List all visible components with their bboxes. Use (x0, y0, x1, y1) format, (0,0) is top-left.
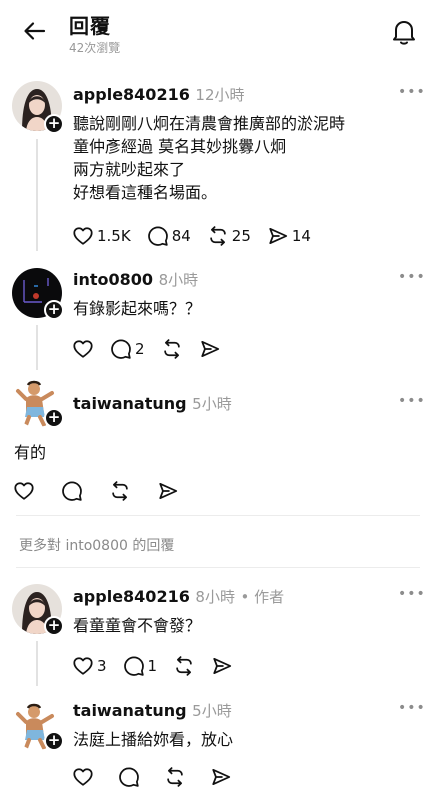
post-author[interactable]: apple840216 8小時 • 作者 (73, 586, 284, 607)
reply-count: 1 (147, 657, 158, 675)
more-horizontal-icon[interactable]: ••• (398, 586, 426, 602)
like-button[interactable]: 3 (72, 655, 107, 677)
post-author[interactable]: taiwanatung 5小時 (73, 393, 232, 414)
share-count: 14 (291, 227, 311, 245)
post-actions: 1.5K 84 25 14 (72, 223, 327, 249)
more-horizontal-icon[interactable]: ••• (398, 269, 426, 285)
post-actions: 3 1 (72, 653, 249, 679)
post-text: 法庭上播給妳看，放心 (73, 730, 234, 749)
follow-plus-icon[interactable]: + (44, 408, 64, 428)
send-icon (199, 338, 221, 360)
post-text: 有的 (14, 443, 47, 462)
like-count: 3 (97, 657, 107, 675)
page-title: 回覆 (69, 14, 111, 38)
follow-plus-icon[interactable]: + (44, 731, 64, 751)
share-button[interactable] (157, 480, 179, 502)
repost-button[interactable] (109, 480, 131, 502)
send-icon (210, 766, 232, 788)
post-time: 8小時 (195, 588, 235, 606)
post-time: 8小時 (158, 271, 199, 289)
post-author[interactable]: taiwanatung 5小時 (73, 700, 232, 721)
bell-icon[interactable] (391, 18, 417, 46)
repost-icon (173, 655, 195, 677)
share-button[interactable]: 14 (267, 225, 311, 247)
reply-button[interactable]: 2 (110, 338, 145, 360)
repost-icon (161, 338, 183, 360)
post-actions (72, 764, 248, 790)
like-button[interactable]: 1.5K (72, 225, 131, 247)
more-horizontal-icon[interactable]: ••• (398, 700, 426, 716)
post-author[interactable]: apple840216 12小時 (73, 84, 245, 105)
post-text: 看童童會不會發？ (73, 616, 202, 635)
heart-icon (72, 225, 94, 247)
more-horizontal-icon[interactable]: ••• (398, 84, 426, 100)
send-icon (211, 655, 233, 677)
share-button[interactable] (199, 338, 221, 360)
post-text: 聽說剛剛八炯在清農會推廣部的淤泥時 童仲彥經過 莫名其妙挑釁八炯 兩方就吵起來了… (73, 114, 346, 202)
heart-icon (13, 480, 35, 502)
more-replies-link[interactable]: 更多對 into0800 的回覆 (19, 535, 174, 555)
comment-icon (118, 766, 140, 788)
heart-icon (72, 655, 94, 677)
more-horizontal-icon[interactable]: ••• (398, 393, 426, 409)
like-button[interactable] (72, 766, 94, 788)
arrow-left-icon[interactable] (22, 18, 48, 44)
comment-icon (147, 225, 169, 247)
post-time: 5小時 (192, 395, 232, 413)
send-icon (157, 480, 179, 502)
repost-button[interactable] (173, 655, 195, 677)
follow-plus-icon[interactable]: + (44, 616, 64, 636)
comment-icon (110, 338, 132, 360)
reply-button[interactable] (61, 480, 83, 502)
repost-icon (109, 480, 131, 502)
repost-button[interactable] (164, 766, 186, 788)
follow-plus-icon[interactable]: + (44, 114, 64, 134)
reply-button[interactable]: 84 (147, 225, 191, 247)
share-button[interactable] (211, 655, 233, 677)
reply-button[interactable]: 1 (123, 655, 158, 677)
repost-button[interactable] (161, 338, 183, 360)
repost-icon (164, 766, 186, 788)
post-time: 5小時 (192, 702, 232, 720)
post-actions (13, 478, 195, 504)
heart-icon (72, 766, 94, 788)
reply-button[interactable] (118, 766, 140, 788)
top-bar: 回覆 42次瀏覽 (0, 0, 436, 64)
thread-line (36, 325, 38, 370)
send-icon (267, 225, 289, 247)
post-text: 有錄影起來嗎？？ (73, 299, 202, 318)
post-author[interactable]: into0800 8小時 (73, 269, 198, 290)
repost-icon (207, 225, 229, 247)
author-tag: • 作者 (240, 588, 285, 606)
post-time: 12小時 (195, 86, 245, 104)
heart-icon (72, 338, 94, 360)
reply-count: 2 (135, 340, 145, 358)
thread-line (36, 641, 38, 686)
reply-count: 84 (171, 227, 191, 245)
repost-count: 25 (231, 227, 251, 245)
view-count: 42次瀏覽 (69, 41, 121, 55)
follow-plus-icon[interactable]: + (44, 300, 64, 320)
post-actions: 2 (72, 336, 237, 362)
like-button[interactable] (72, 338, 94, 360)
like-count: 1.5K (97, 227, 131, 245)
thread-line (36, 139, 38, 251)
comment-icon (123, 655, 145, 677)
share-button[interactable] (210, 766, 232, 788)
like-button[interactable] (13, 480, 35, 502)
repost-button[interactable]: 25 (207, 225, 251, 247)
comment-icon (61, 480, 83, 502)
divider (16, 515, 420, 516)
divider (16, 567, 420, 568)
